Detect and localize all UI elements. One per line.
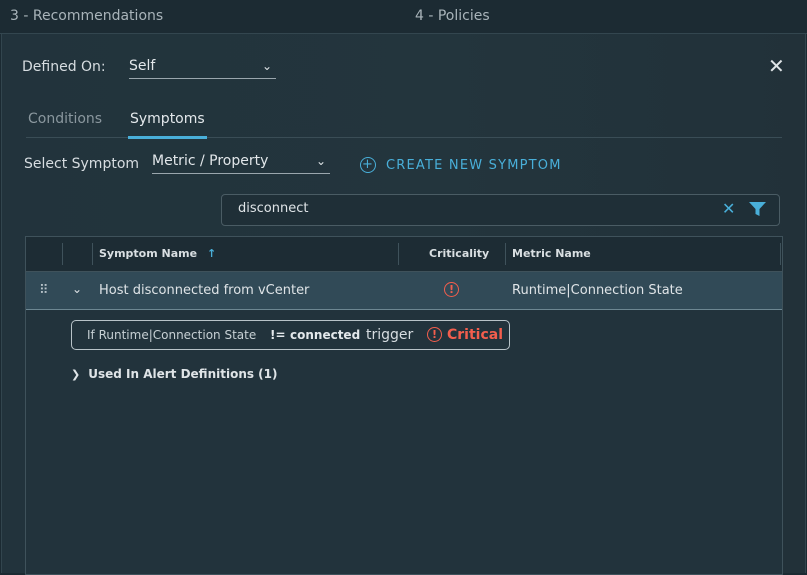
- symptom-grid: Symptom Name ↑ Criticality Metric Name ⠿…: [25, 236, 783, 575]
- defined-on-value: Self: [129, 58, 156, 74]
- used-in-alert-definitions-toggle[interactable]: ❯ Used In Alert Definitions (1): [71, 367, 278, 381]
- tab-conditions[interactable]: Conditions: [28, 111, 102, 127]
- metric-name-cell: Runtime|Connection State: [512, 283, 683, 298]
- critical-icon: !: [427, 327, 442, 342]
- symptom-type-select[interactable]: Metric / Property ⌄: [152, 153, 330, 174]
- search-box: ✕: [221, 194, 780, 226]
- plus-circle-icon: +: [360, 157, 376, 173]
- column-separator: [505, 243, 506, 265]
- symptom-type-value: Metric / Property: [152, 153, 269, 169]
- search-input[interactable]: [236, 200, 700, 217]
- grid-header: Symptom Name ↑ Criticality Metric Name: [26, 237, 782, 272]
- table-row[interactable]: ⠿ ⌄ Host disconnected from vCenter ! Run…: [26, 272, 782, 310]
- wizard-steps: 3 - Recommendations 4 - Policies: [0, 0, 807, 34]
- condition-trigger: trigger: [366, 327, 414, 343]
- column-separator: [92, 243, 93, 265]
- tab-bar: Conditions Symptoms: [26, 104, 782, 139]
- condition-box: If Runtime|Connection State != connected…: [71, 320, 510, 350]
- used-in-alert-definitions-label: Used In Alert Definitions (1): [88, 367, 278, 381]
- chevron-down-icon: ⌄: [315, 154, 326, 168]
- filter-icon[interactable]: [749, 202, 766, 217]
- column-header-metric-name[interactable]: Metric Name: [512, 247, 591, 260]
- chevron-down-icon: ⌄: [261, 59, 272, 73]
- symptom-panel: Defined On: Self ⌄ ✕ Conditions Symptoms…: [1, 34, 806, 575]
- condition-severity: Critical: [447, 327, 504, 343]
- sort-ascending-icon: ↑: [206, 247, 217, 260]
- create-new-symptom-label: CREATE NEW SYMPTOM: [386, 157, 562, 173]
- defined-on-select[interactable]: Self ⌄: [129, 58, 276, 79]
- column-separator: [780, 243, 781, 265]
- condition-value: connected: [290, 328, 361, 342]
- close-icon[interactable]: ✕: [768, 56, 785, 76]
- drag-handle-icon[interactable]: ⠿: [39, 283, 48, 298]
- chevron-right-icon: ❯: [71, 368, 81, 381]
- step-recommendations[interactable]: 3 - Recommendations: [10, 8, 163, 24]
- condition-operator: !=: [270, 328, 286, 342]
- active-tab-underline: [128, 136, 207, 139]
- tab-symptoms-label: Symptoms: [130, 111, 205, 127]
- column-header-symptom-name[interactable]: Symptom Name ↑: [99, 247, 216, 260]
- clear-icon[interactable]: ✕: [722, 199, 735, 218]
- select-symptom-label: Select Symptom: [24, 156, 140, 172]
- column-header-criticality[interactable]: Criticality: [429, 247, 489, 260]
- chevron-down-icon[interactable]: ⌄: [72, 282, 82, 296]
- column-separator: [62, 243, 63, 265]
- defined-on-label: Defined On:: [22, 59, 106, 75]
- symptom-name-cell: Host disconnected from vCenter: [99, 283, 310, 298]
- column-separator: [398, 243, 399, 265]
- tab-conditions-label: Conditions: [28, 111, 103, 127]
- critical-icon: !: [444, 282, 459, 297]
- tab-symptoms[interactable]: Symptoms: [128, 111, 207, 139]
- step-policies[interactable]: 4 - Policies: [415, 8, 490, 24]
- condition-metric: If Runtime|Connection State: [87, 328, 257, 342]
- column-header-symptom-name-label: Symptom Name: [99, 247, 198, 260]
- create-new-symptom-button[interactable]: + CREATE NEW SYMPTOM: [360, 157, 562, 173]
